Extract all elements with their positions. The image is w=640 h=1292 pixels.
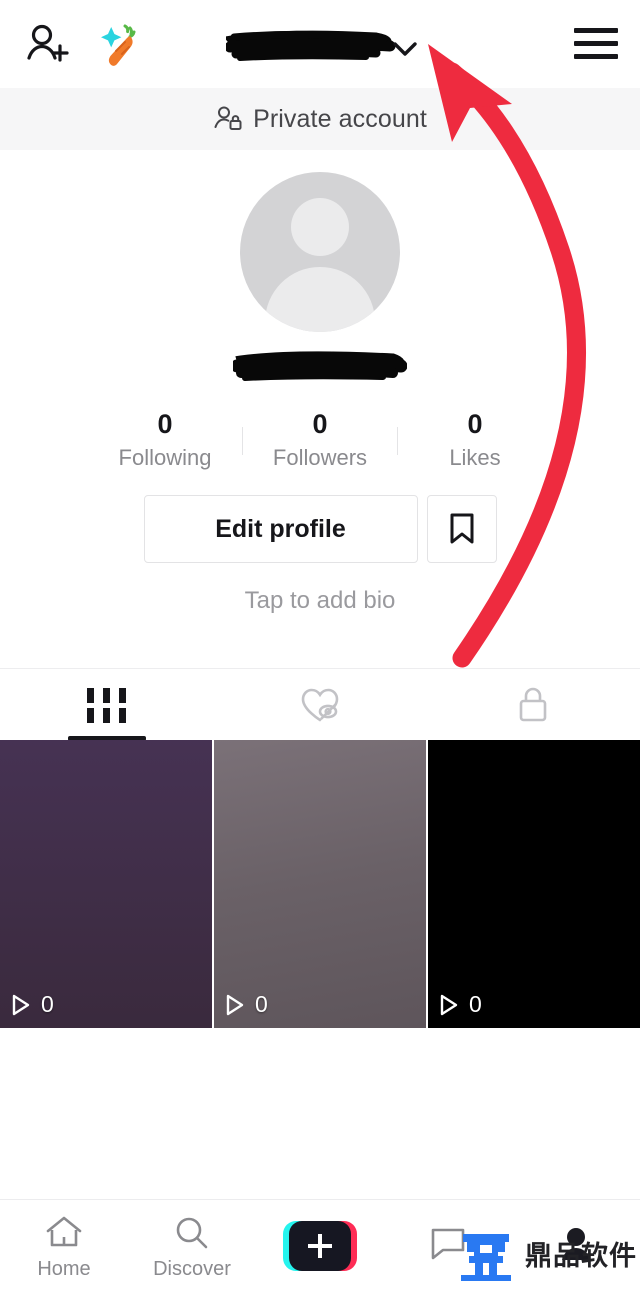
avatar-body — [265, 267, 375, 332]
stat-followers[interactable]: 0 Followers — [243, 408, 397, 473]
video-thumbnail[interactable]: 0 — [428, 740, 640, 1028]
video-view-count: 0 — [438, 991, 482, 1018]
hamburger-line — [574, 54, 618, 59]
play-icon — [226, 994, 244, 1015]
top-header — [0, 0, 640, 88]
profile-stats: 0 Following 0 Followers 0 Likes — [0, 408, 640, 473]
username-dropdown[interactable] — [200, 18, 440, 76]
watermark: 鼎品软件 — [455, 1222, 637, 1284]
add-person-icon[interactable] — [24, 22, 70, 68]
avatar-head — [291, 198, 349, 256]
lock-icon — [520, 687, 547, 722]
profile-actions: Edit profile — [0, 495, 640, 563]
nav-label: Home — [37, 1257, 91, 1280]
avatar-container — [0, 172, 640, 332]
username-redaction — [226, 30, 396, 61]
create-button[interactable] — [283, 1221, 357, 1271]
watermark-text: 鼎品软件 — [525, 1240, 637, 1271]
video-thumbnail[interactable]: 0 — [214, 740, 426, 1028]
edit-profile-button[interactable]: Edit profile — [143, 495, 418, 563]
nav-label: Discover — [153, 1257, 231, 1280]
video-view-count: 0 — [224, 991, 268, 1018]
heart-slash-icon — [301, 688, 339, 722]
handle-redaction — [233, 351, 407, 381]
search-icon — [176, 1217, 208, 1248]
hamburger-menu-icon[interactable] — [574, 28, 618, 60]
view-count-value: 0 — [469, 991, 482, 1017]
dingpin-logo-icon — [461, 1234, 511, 1281]
video-grid: 0 0 0 — [0, 740, 640, 1028]
stat-following[interactable]: 0 Following — [88, 408, 242, 473]
hamburger-line — [574, 28, 618, 33]
chevron-down-icon — [393, 42, 417, 56]
stat-likes[interactable]: 0 Likes — [398, 408, 552, 473]
stat-label: Following — [118, 445, 212, 470]
profile-tab-bar — [0, 668, 640, 741]
play-icon — [12, 994, 30, 1015]
private-account-banner[interactable]: Private account — [0, 88, 640, 150]
bio-placeholder[interactable]: Tap to add bio — [0, 587, 640, 615]
carrot-sparkle-icon[interactable] — [94, 20, 146, 70]
tab-videos[interactable] — [0, 669, 213, 741]
stat-value: 0 — [312, 409, 328, 439]
video-thumbnail[interactable]: 0 — [0, 740, 212, 1028]
nav-item-create[interactable] — [256, 1200, 384, 1292]
play-icon — [440, 994, 458, 1015]
profile-section: 0 Following 0 Followers 0 Likes Edit pro… — [0, 150, 640, 615]
bookmark-icon — [450, 513, 473, 544]
plus-icon — [289, 1221, 351, 1271]
person-lock-icon — [214, 106, 242, 130]
handle-container — [0, 350, 640, 386]
tiktok-profile-screen: Private account 0 Following 0 Followers … — [0, 0, 640, 1292]
video-view-count: 0 — [10, 991, 54, 1018]
nav-item-discover[interactable]: Discover — [128, 1200, 256, 1292]
stat-value: 0 — [157, 409, 173, 439]
nav-item-home[interactable]: Home — [0, 1200, 128, 1292]
house-icon — [46, 1216, 82, 1246]
view-count-value: 0 — [41, 991, 54, 1017]
hamburger-line — [574, 41, 618, 46]
bookmark-button[interactable] — [426, 495, 497, 563]
tab-liked[interactable] — [213, 669, 426, 741]
private-account-label: Private account — [253, 104, 427, 133]
default-avatar-icon[interactable] — [240, 172, 400, 332]
tab-private[interactable] — [427, 669, 640, 741]
stat-label: Likes — [449, 445, 501, 470]
stat-label: Followers — [272, 445, 368, 470]
stat-value: 0 — [467, 409, 483, 439]
view-count-value: 0 — [255, 991, 268, 1017]
grid-icon — [87, 687, 127, 723]
